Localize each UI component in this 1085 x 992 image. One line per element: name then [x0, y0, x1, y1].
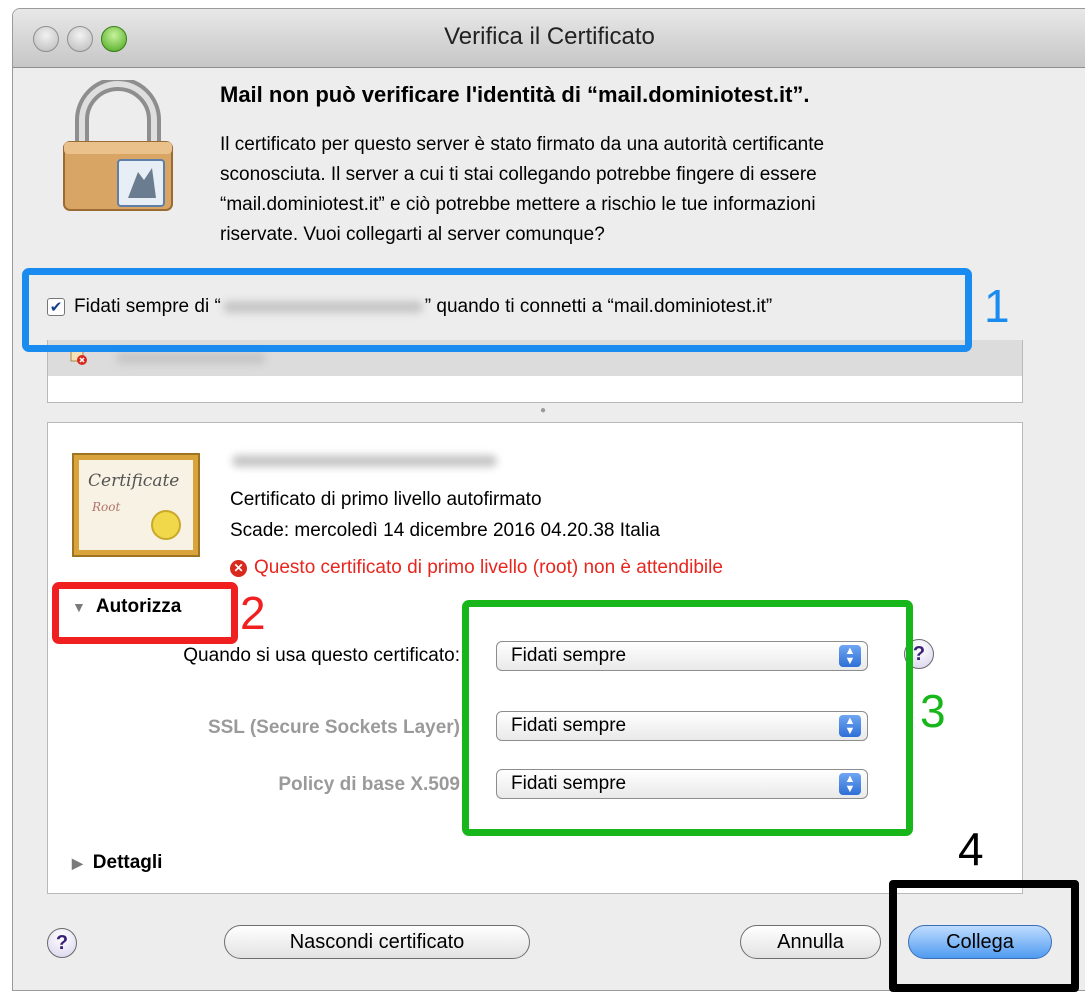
error-icon: ✕ [230, 559, 247, 577]
certificate-warning: ✕ Questo certificato di primo livello (r… [230, 557, 723, 579]
annotation-box-1 [22, 268, 972, 352]
annotation-box-2 [52, 582, 238, 644]
certificate-icon-subtitle: Root [91, 500, 120, 514]
message-line: Il certificato per questo server è stato… [220, 134, 825, 155]
trust-x509-label: Policy di base X.509 [278, 774, 460, 795]
message-line: “mail.dominiotest.it” e ciò potrebbe met… [220, 194, 816, 215]
certificate-icon-title: Certificate [88, 471, 179, 491]
annotation-box-3 [462, 600, 913, 836]
dialog-headline: Mail non può verificare l'identità di “m… [220, 82, 810, 107]
message-line: riservate. Vuoi collegarti al server com… [220, 224, 605, 245]
hide-certificate-button[interactable]: Nascondi certificato [224, 925, 530, 959]
help-button[interactable]: ? [47, 928, 77, 958]
splitter-handle[interactable]: ● [540, 405, 546, 416]
certificate-warning-text: Questo certificato di primo livello (roo… [254, 557, 723, 578]
trust-ssl-label: SSL (Secure Sockets Layer) [207, 717, 460, 738]
annotation-number-1: 1 [984, 280, 1010, 332]
message-line: sconosciuta. Il server a cui ti stai col… [220, 164, 817, 185]
certificate-type: Certificato di primo livello autofirmato [230, 489, 542, 510]
dialog-message: Il certificato per questo server è stato… [220, 130, 1020, 250]
cancel-button[interactable]: Annulla [740, 925, 881, 959]
redacted-certificate-name [232, 455, 497, 467]
certificate-expiry: Scade: mercoledì 14 dicembre 2016 04.20.… [230, 520, 660, 541]
title-bar[interactable]: Verifica il Certificato [13, 9, 1085, 68]
lock-icon [63, 80, 173, 211]
triangle-right-icon: ▶ [72, 854, 83, 871]
annotation-number-3: 3 [920, 685, 946, 737]
window-title: Verifica il Certificato [444, 23, 655, 50]
redacted-list-name [116, 352, 266, 364]
trust-when-using-label: Quando si usa questo certificato: [183, 645, 460, 666]
details-label: Dettagli [92, 852, 163, 873]
annotation-number-4: 4 [958, 823, 984, 875]
annotation-box-4 [889, 880, 1079, 992]
annotation-number-2: 2 [240, 587, 266, 639]
details-disclosure[interactable]: ▶ Dettagli [72, 852, 162, 874]
root-certificate-icon: Certificate Root [72, 453, 200, 557]
